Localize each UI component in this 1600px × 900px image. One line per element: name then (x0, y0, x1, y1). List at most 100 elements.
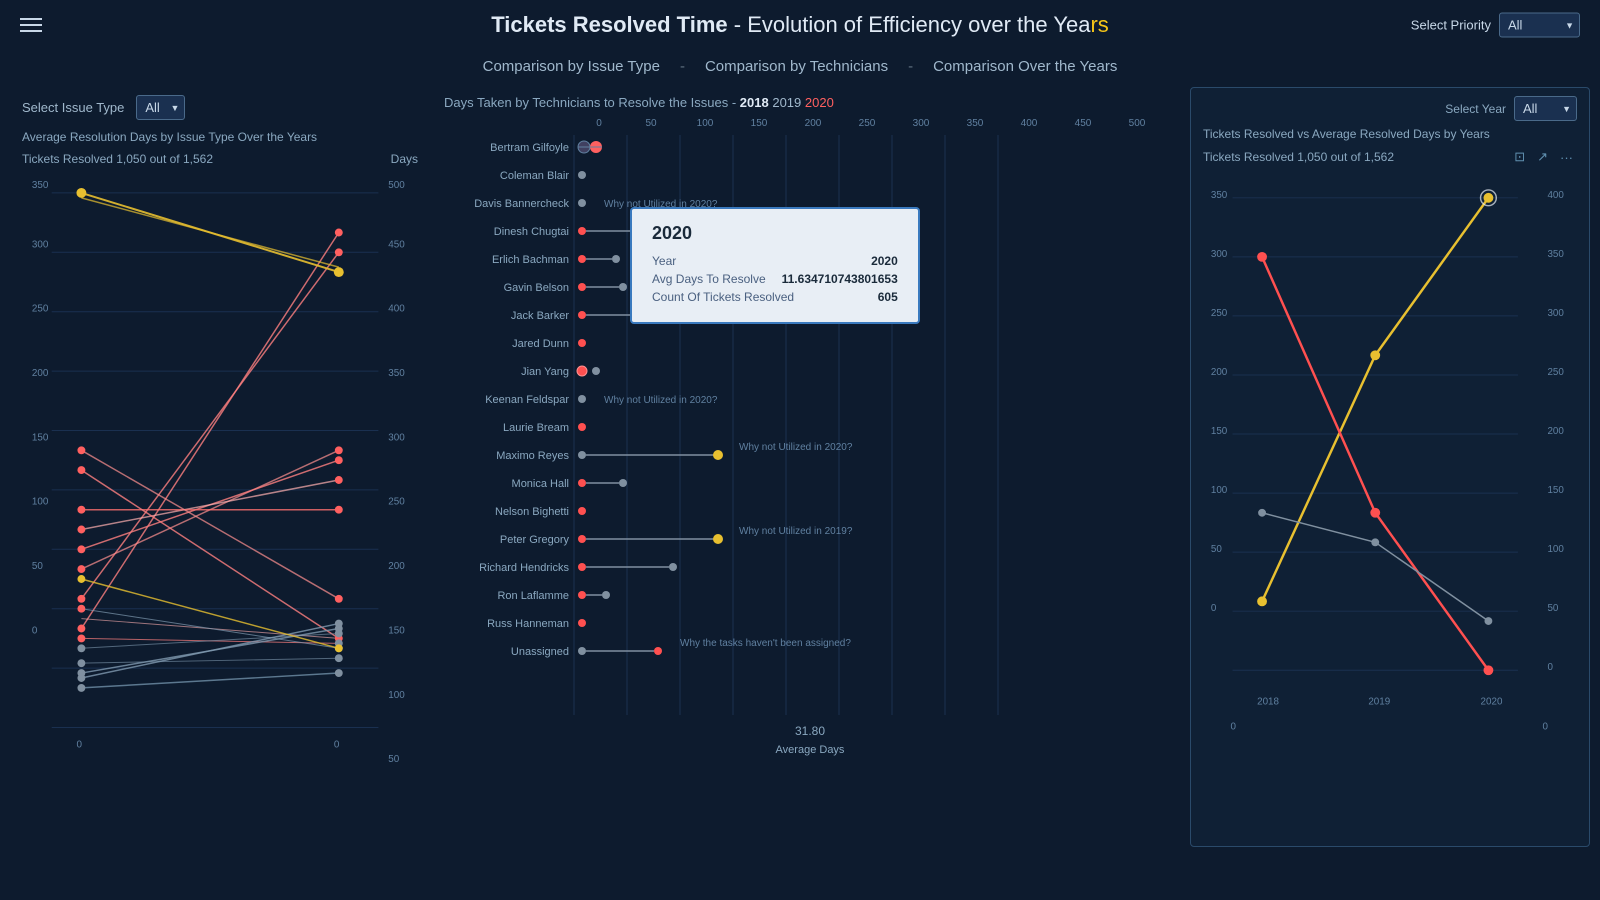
svg-text:Davis Bannercheck: Davis Bannercheck (474, 198, 569, 210)
svg-text:50: 50 (388, 754, 399, 765)
mid-panel: Days Taken by Technicians to Resolve the… (430, 87, 1190, 847)
issue-type-label: Select Issue Type (22, 100, 124, 115)
year-select-wrapper[interactable]: All 2018 2019 2020 (1514, 96, 1577, 121)
svg-text:300: 300 (1211, 249, 1228, 260)
title-highlight: rs (1090, 12, 1108, 37)
svg-text:Why not Utilized in 2020?: Why not Utilized in 2020? (604, 395, 718, 406)
tooltip-year: 2020 (652, 223, 898, 244)
right-stats-row: Tickets Resolved 1,050 out of 1,562 ⊡ ↗ … (1203, 147, 1577, 167)
tooltip-label-count: Count Of Tickets Resolved (652, 290, 794, 304)
svg-text:200: 200 (1211, 367, 1228, 378)
svg-text:450: 450 (388, 239, 405, 250)
year-select-label: Select Year (1445, 102, 1506, 116)
svg-text:Dinesh Chugtai: Dinesh Chugtai (494, 226, 569, 238)
tooltip-value-year: 2020 (871, 254, 898, 268)
svg-text:300: 300 (1547, 308, 1564, 319)
svg-text:2020: 2020 (1481, 697, 1503, 708)
svg-text:Russ Hanneman: Russ Hanneman (487, 618, 569, 630)
right-chart-svg: 350 300 250 200 150 100 50 0 400 350 300… (1203, 173, 1577, 823)
svg-text:150: 150 (388, 625, 405, 636)
svg-text:50: 50 (32, 561, 43, 572)
tooltip: 2020 Year 2020 Avg Days To Resolve 11.63… (630, 207, 920, 324)
mid-year-2018: 2018 (740, 95, 769, 110)
svg-text:Nelson Bighetti: Nelson Bighetti (495, 506, 569, 518)
svg-text:0: 0 (1547, 662, 1553, 673)
title-text2: - Evolution of Efficiency over the Yea (734, 12, 1091, 37)
svg-text:200: 200 (1547, 426, 1564, 437)
priority-label: Select Priority (1411, 18, 1491, 33)
svg-text:0: 0 (1211, 603, 1217, 614)
svg-text:2018: 2018 (1257, 697, 1279, 708)
tooltip-row-2: Avg Days To Resolve 11.634710743801653 (652, 272, 898, 286)
svg-text:0: 0 (334, 739, 340, 750)
svg-text:250: 250 (1547, 367, 1564, 378)
priority-select-wrapper[interactable]: All High Medium Low (1499, 13, 1580, 38)
svg-text:0: 0 (1231, 721, 1237, 732)
title-text1: Tickets Resolved Time (491, 12, 727, 37)
svg-text:350: 350 (1547, 249, 1564, 260)
svg-text:0: 0 (1543, 721, 1549, 732)
nav-sep-1: - (680, 58, 685, 75)
right-chart-title: Tickets Resolved vs Average Resolved Day… (1203, 127, 1577, 141)
right-panel: Select Year All 2018 2019 2020 Tickets R… (1190, 87, 1590, 847)
issue-type-select[interactable]: All (136, 95, 185, 120)
svg-text:250: 250 (32, 304, 49, 315)
avg-days-value: 31.80 (444, 724, 1176, 738)
tooltip-value-count: 605 (878, 290, 898, 304)
nav-item-technicians[interactable]: Comparison by Technicians (705, 58, 888, 75)
svg-text:100: 100 (1211, 485, 1228, 496)
svg-text:50: 50 (1211, 544, 1222, 555)
svg-text:Unassigned: Unassigned (511, 646, 569, 658)
avg-value: 31.80 (795, 724, 825, 738)
svg-text:Why not Utilized in 2019?: Why not Utilized in 2019? (739, 526, 853, 537)
right-slope-chart: 350 300 250 200 150 100 50 0 400 350 300… (1203, 173, 1577, 823)
svg-text:150: 150 (1547, 485, 1564, 496)
svg-text:Richard Hendricks: Richard Hendricks (479, 562, 569, 574)
svg-text:Laurie Bream: Laurie Bream (503, 422, 569, 434)
nav-sep-2: - (908, 58, 913, 75)
mid-year-2020: 2020 (805, 95, 834, 110)
svg-text:350: 350 (388, 368, 405, 379)
svg-text:Ron Laflamme: Ron Laflamme (497, 590, 569, 602)
svg-text:Why the tasks haven't been ass: Why the tasks haven't been assigned? (680, 638, 851, 649)
year-select-row: Select Year All 2018 2019 2020 (1203, 96, 1577, 121)
svg-text:Why not Utilized in 2020?: Why not Utilized in 2020? (739, 442, 853, 453)
issue-type-select-wrapper[interactable]: All (136, 95, 185, 120)
svg-text:Keenan Feldspar: Keenan Feldspar (485, 394, 569, 406)
export-button[interactable]: ↗ (1533, 147, 1552, 167)
svg-text:250: 250 (1211, 308, 1228, 319)
navigation: Comparison by Issue Type - Comparison by… (0, 50, 1600, 87)
svg-text:Erlich Bachman: Erlich Bachman (492, 254, 569, 266)
tooltip-row-1: Year 2020 (652, 254, 898, 268)
svg-text:150: 150 (32, 432, 49, 443)
svg-text:Coleman Blair: Coleman Blair (500, 170, 569, 182)
hamburger-menu[interactable] (20, 18, 42, 32)
mid-axis: 0 50 100 150 200 250 300 350 400 450 500 (444, 118, 1176, 129)
svg-text:300: 300 (32, 239, 49, 250)
nav-item-years[interactable]: Comparison Over the Years (933, 58, 1117, 75)
left-chart-stats: Tickets Resolved 1,050 out of 1,562 Days (22, 152, 418, 166)
svg-text:Jared Dunn: Jared Dunn (512, 338, 569, 350)
priority-select[interactable]: All High Medium Low (1499, 13, 1580, 38)
svg-text:200: 200 (388, 561, 405, 572)
year-select[interactable]: All 2018 2019 2020 (1514, 96, 1577, 121)
priority-selector: Select Priority All High Medium Low (1411, 13, 1580, 38)
nav-item-issue-type[interactable]: Comparison by Issue Type (483, 58, 660, 75)
tooltip-row-3: Count Of Tickets Resolved 605 (652, 290, 898, 304)
svg-text:Maximo Reyes: Maximo Reyes (496, 450, 569, 462)
main-content: Select Issue Type All Average Resolution… (0, 87, 1600, 847)
svg-text:Jack Barker: Jack Barker (511, 310, 569, 322)
svg-text:100: 100 (388, 690, 405, 701)
svg-text:300: 300 (388, 432, 405, 443)
svg-text:2019: 2019 (1368, 697, 1390, 708)
issue-type-control: Select Issue Type All (22, 95, 418, 120)
tooltip-label-year: Year (652, 254, 676, 268)
filter-button[interactable]: ⊡ (1510, 147, 1529, 167)
svg-text:350: 350 (32, 180, 49, 191)
left-chart-svg: 350 300 250 200 150 100 50 0 500 450 400… (22, 170, 418, 790)
header: Tickets Resolved Time - Evolution of Eff… (0, 0, 1600, 50)
more-button[interactable]: ··· (1556, 147, 1577, 167)
svg-text:Monica Hall: Monica Hall (512, 478, 569, 490)
svg-text:200: 200 (32, 368, 49, 379)
svg-text:0: 0 (32, 625, 38, 636)
